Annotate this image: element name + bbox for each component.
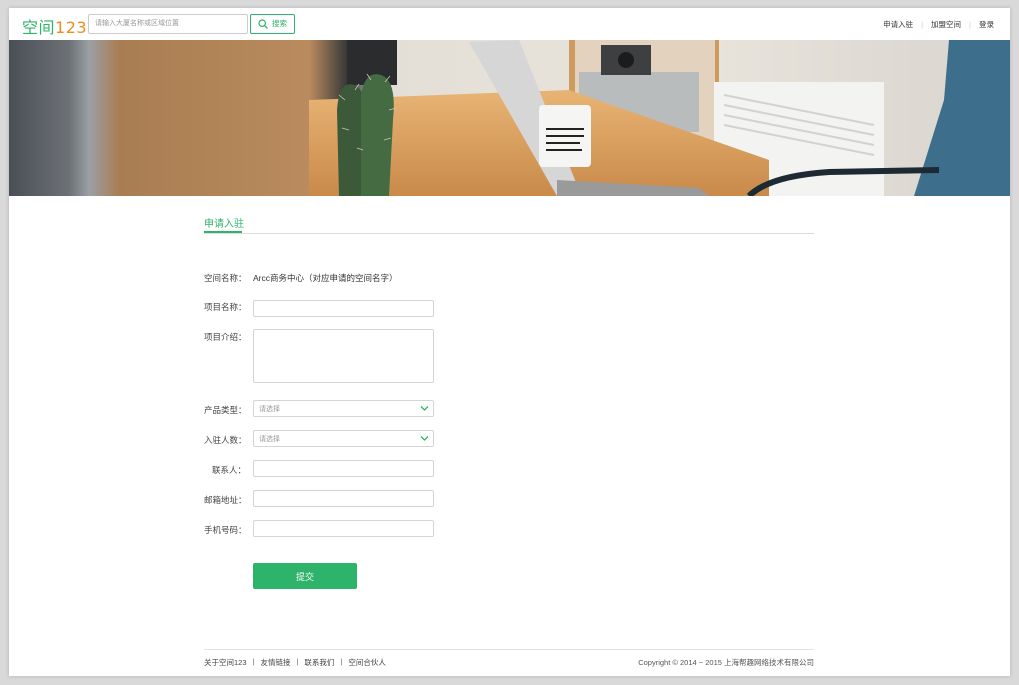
phone-input[interactable] bbox=[253, 520, 434, 537]
project-name-input[interactable] bbox=[253, 300, 434, 317]
search-input[interactable] bbox=[88, 14, 248, 34]
nav-divider: | bbox=[969, 19, 971, 29]
search-button-label: 搜索 bbox=[272, 19, 287, 28]
space-name-value: Arcc商务中心（对应申请的空间名字） bbox=[253, 273, 398, 283]
top-nav: 申请入驻 | 加盟空间 | 登录 bbox=[883, 8, 994, 40]
logo-text: 空间 bbox=[22, 18, 56, 37]
headcount-label: 入驻人数： bbox=[204, 435, 247, 445]
tab-apply[interactable]: 申请入驻 bbox=[204, 215, 244, 230]
footer-separator: | bbox=[340, 657, 343, 666]
product-type-select[interactable]: 请选择 bbox=[253, 400, 434, 417]
footer-links: 关于空间123 | 友情链接 | 联系我们 | 空间合伙人 bbox=[204, 657, 386, 668]
nav-join[interactable]: 加盟空间 bbox=[931, 19, 961, 30]
footer-link-partner[interactable]: 空间合伙人 bbox=[348, 657, 386, 668]
project-intro-label: 项目介绍： bbox=[204, 332, 247, 342]
footer-link-friends[interactable]: 友情链接 bbox=[260, 657, 290, 668]
site-logo[interactable]: 空间123 bbox=[22, 14, 87, 38]
product-type-label: 产品类型： bbox=[204, 405, 247, 415]
phone-label: 手机号码： bbox=[204, 525, 247, 535]
email-input[interactable] bbox=[253, 490, 434, 507]
email-label: 邮箱地址： bbox=[204, 495, 247, 505]
project-intro-textarea[interactable] bbox=[253, 329, 434, 383]
submit-button[interactable]: 提交 bbox=[253, 563, 357, 589]
page-frame: 空间123 搜索 申请入驻 | 加盟空间 | 登录 bbox=[9, 8, 1010, 676]
contact-label: 联系人： bbox=[212, 465, 247, 475]
footer-separator: | bbox=[296, 657, 299, 666]
contact-input[interactable] bbox=[253, 460, 434, 477]
footer-link-about[interactable]: 关于空间123 bbox=[204, 657, 247, 668]
search-icon bbox=[258, 19, 268, 29]
footer-link-contact[interactable]: 联系我们 bbox=[304, 657, 334, 668]
space-name-label: 空间名称： bbox=[204, 273, 247, 283]
nav-divider: | bbox=[921, 19, 924, 29]
hero-desk-photo bbox=[9, 40, 1010, 196]
top-bar: 空间123 搜索 申请入驻 | 加盟空间 | 登录 bbox=[9, 8, 1010, 40]
nav-login[interactable]: 登录 bbox=[979, 19, 994, 30]
nav-apply[interactable]: 申请入驻 bbox=[883, 19, 913, 30]
search-button[interactable]: 搜索 bbox=[250, 14, 295, 34]
copyright-text: Copyright © 2014 ~ 2015 上海帮趣网络技术有限公司 bbox=[638, 658, 814, 667]
section-divider bbox=[204, 233, 814, 234]
headcount-value: 请选择 bbox=[259, 436, 280, 443]
logo-number: 123 bbox=[55, 18, 88, 37]
chevron-down-icon bbox=[420, 406, 429, 411]
product-type-value: 请选择 bbox=[259, 406, 280, 413]
footer-divider bbox=[204, 649, 814, 650]
footer-separator: | bbox=[252, 657, 255, 666]
project-name-label: 项目名称： bbox=[204, 302, 247, 312]
chevron-down-icon bbox=[420, 436, 429, 441]
hero-banner bbox=[9, 40, 1010, 196]
headcount-select[interactable]: 请选择 bbox=[253, 430, 434, 447]
